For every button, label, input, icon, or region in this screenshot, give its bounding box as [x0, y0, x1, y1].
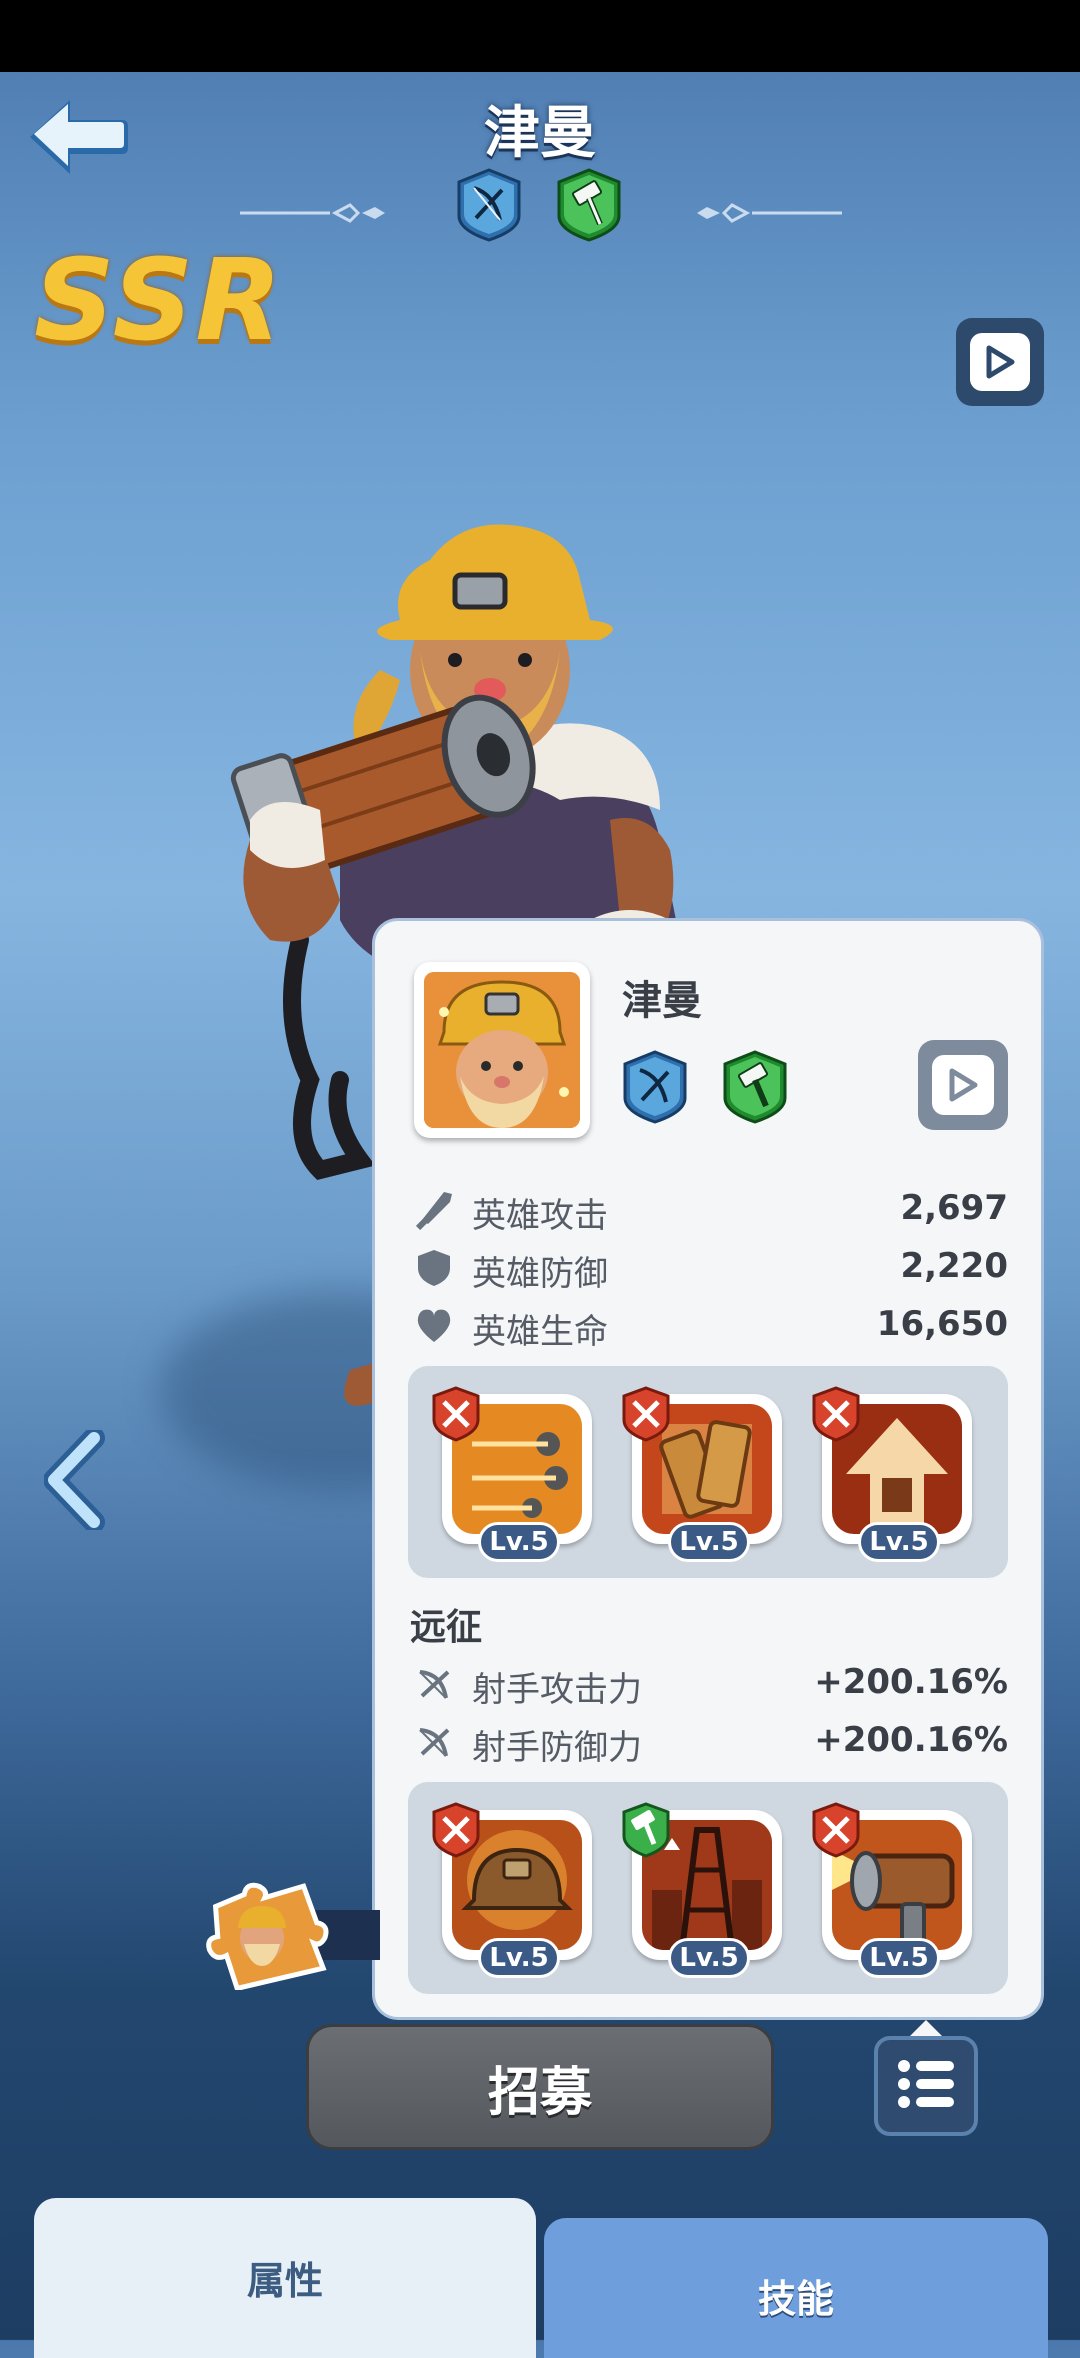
stat-label: 英雄防御: [472, 1254, 608, 1294]
skill-slot[interactable]: Lv.5: [432, 1386, 592, 1562]
expedition-stat-label: 射手攻击力: [472, 1670, 642, 1710]
play-animation-button[interactable]: [956, 318, 1044, 406]
skill-slot[interactable]: Lv.5: [432, 1802, 592, 1978]
hammer-icon: [620, 1802, 672, 1858]
stat-value: 2,697: [900, 1188, 1008, 1228]
play-icon: [932, 1055, 994, 1115]
list-menu-button[interactable]: [874, 2036, 978, 2136]
popup-play-button[interactable]: [918, 1040, 1008, 1130]
crossbow-icon: [414, 1722, 454, 1762]
skill-slot[interactable]: Lv.5: [622, 1802, 782, 1978]
popup-hero-name: 津曼: [622, 978, 702, 1024]
previous-hero-arrow-icon[interactable]: [43, 1427, 114, 1533]
crossbow-icon: [414, 1664, 454, 1704]
hero-title: 津曼: [484, 101, 596, 166]
skill-level: Lv.5: [478, 1522, 560, 1562]
skill-slot[interactable]: Lv.5: [812, 1802, 972, 1978]
expedition-stat-label: 射手防御力: [472, 1728, 642, 1768]
skill-level: Lv.5: [668, 1522, 750, 1562]
crossed-swords-icon: [620, 1386, 672, 1442]
list-icon: [896, 2058, 956, 2114]
title-decoration-right: [692, 203, 842, 223]
status-bar: [0, 0, 1080, 72]
skill-level: Lv.5: [478, 1938, 560, 1978]
recruit-button[interactable]: 招募: [306, 2024, 774, 2150]
sword-icon: [414, 1190, 454, 1231]
skill-level: Lv.5: [668, 1938, 750, 1978]
skill-slot[interactable]: Lv.5: [622, 1386, 782, 1562]
heart-icon: [414, 1306, 454, 1346]
stat-value: 16,650: [876, 1304, 1008, 1344]
stat-label: 英雄生命: [472, 1312, 608, 1352]
expedition-stat-value: +200.16%: [814, 1720, 1008, 1760]
tab-skills[interactable]: 技能: [544, 2218, 1048, 2358]
crossed-swords-icon: [810, 1386, 862, 1442]
tab-attributes[interactable]: 属性: [34, 2198, 536, 2358]
play-icon: [970, 333, 1030, 391]
title-decoration-left: [240, 203, 390, 223]
hammer-icon: [722, 1050, 788, 1124]
hero-shard-puzzle-icon[interactable]: [200, 1880, 330, 1992]
crossbow-icon: [622, 1050, 688, 1124]
hero-portrait: [414, 962, 590, 1138]
expedition-title: 远征: [410, 1607, 483, 1648]
rarity-label: SSR: [34, 236, 284, 366]
crossed-swords-icon: [810, 1802, 862, 1858]
skill-level: Lv.5: [858, 1522, 940, 1562]
stat-label: 英雄攻击: [472, 1196, 608, 1236]
skill-slot[interactable]: Lv.5: [812, 1386, 972, 1562]
crossed-swords-icon: [430, 1802, 482, 1858]
expedition-stat-value: +200.16%: [814, 1662, 1008, 1702]
shield-icon: [414, 1248, 454, 1288]
skill-level: Lv.5: [858, 1938, 940, 1978]
crossbow-icon: [456, 168, 522, 242]
stat-value: 2,220: [900, 1246, 1008, 1286]
crossed-swords-icon: [430, 1386, 482, 1442]
hammer-icon: [556, 168, 622, 242]
